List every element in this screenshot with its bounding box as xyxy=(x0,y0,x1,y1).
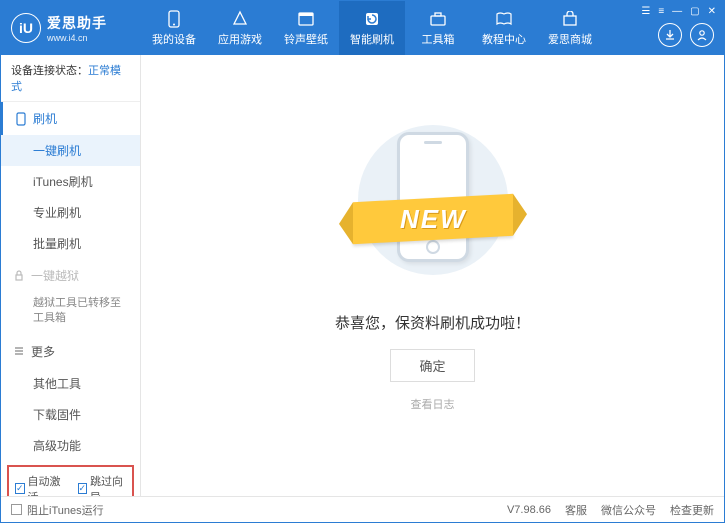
success-illustration: NEW xyxy=(333,120,533,280)
checkbox-block-itunes[interactable] xyxy=(11,504,22,515)
version-label: V7.98.66 xyxy=(507,504,551,516)
phone-outline-icon xyxy=(15,112,27,126)
footer: 阻止iTunes运行 V7.98.66 客服 微信公众号 检查更新 xyxy=(1,496,724,522)
app-url: www.i4.cn xyxy=(47,33,107,43)
sidebar-item-oneclick[interactable]: 一键刷机 xyxy=(1,135,140,166)
sidebar-item-pro[interactable]: 专业刷机 xyxy=(1,197,140,228)
minimize-icon[interactable]: — xyxy=(672,6,682,17)
apps-icon xyxy=(231,10,249,28)
nav-store[interactable]: 爱思商城 xyxy=(537,1,603,55)
view-log-link[interactable]: 查看日志 xyxy=(411,396,455,412)
nav-label: 爱思商城 xyxy=(548,31,592,47)
title-right-icons xyxy=(658,23,714,47)
logo: iU 爱思助手 www.i4.cn xyxy=(1,13,141,43)
sidebar-group-label: 刷机 xyxy=(33,110,57,127)
sidebar-group-label: 一键越狱 xyxy=(31,267,79,284)
main-content: NEW 恭喜您，保资料刷机成功啦！ 确定 查看日志 xyxy=(141,55,724,496)
toolbox-icon xyxy=(429,10,447,28)
sidebar-item-other[interactable]: 其他工具 xyxy=(1,368,140,399)
nav-label: 教程中心 xyxy=(482,31,526,47)
download-icon[interactable] xyxy=(658,23,682,47)
menu-icon[interactable]: ☰ xyxy=(641,6,650,17)
sidebar-group-flash[interactable]: 刷机 xyxy=(1,102,140,135)
settings-icon[interactable]: ≡ xyxy=(658,6,664,17)
flash-options: ✓自动激活 ✓跳过向导 xyxy=(7,465,134,496)
sidebar-item-itunes[interactable]: iTunes刷机 xyxy=(1,166,140,197)
nav-label: 铃声壁纸 xyxy=(284,31,328,47)
update-link[interactable]: 检查更新 xyxy=(670,502,714,518)
success-message: 恭喜您，保资料刷机成功啦！ xyxy=(335,312,530,333)
jailbreak-note: 越狱工具已转移至工具箱 xyxy=(1,292,140,335)
sidebar-group-jailbreak: 一键越狱 xyxy=(1,259,140,292)
checkbox-auto-activate[interactable]: ✓自动激活 xyxy=(15,473,64,496)
maximize-icon[interactable]: ▢ xyxy=(690,6,699,17)
nav-label: 应用游戏 xyxy=(218,31,262,47)
nav-my-device[interactable]: 我的设备 xyxy=(141,1,207,55)
sidebar-item-advanced[interactable]: 高级功能 xyxy=(1,430,140,461)
nav-label: 智能刷机 xyxy=(350,31,394,47)
titlebar: iU 爱思助手 www.i4.cn 我的设备 应用游戏 铃声壁纸 智能刷机 xyxy=(1,1,724,55)
connection-label: 设备连接状态： xyxy=(11,65,88,77)
lock-icon xyxy=(13,270,25,282)
nav-apps[interactable]: 应用游戏 xyxy=(207,1,273,55)
more-icon xyxy=(13,345,25,357)
nav-ringtones[interactable]: 铃声壁纸 xyxy=(273,1,339,55)
close-icon[interactable]: ✕ xyxy=(708,6,716,17)
sidebar-item-firmware[interactable]: 下载固件 xyxy=(1,399,140,430)
top-nav: 我的设备 应用游戏 铃声壁纸 智能刷机 工具箱 教程中心 xyxy=(141,1,603,55)
window-controls: ☰ ≡ — ▢ ✕ xyxy=(641,1,724,19)
checkbox-skip-guide[interactable]: ✓跳过向导 xyxy=(78,473,127,496)
nav-tutorials[interactable]: 教程中心 xyxy=(471,1,537,55)
wechat-link[interactable]: 微信公众号 xyxy=(601,502,656,518)
store-icon xyxy=(561,10,579,28)
body: 设备连接状态：正常模式 刷机 一键刷机 iTunes刷机 专业刷机 批量刷机 一… xyxy=(1,55,724,496)
nav-flash[interactable]: 智能刷机 xyxy=(339,1,405,55)
app-window: iU 爱思助手 www.i4.cn 我的设备 应用游戏 铃声壁纸 智能刷机 xyxy=(0,0,725,523)
ok-button[interactable]: 确定 xyxy=(390,349,474,382)
sidebar-group-more[interactable]: 更多 xyxy=(1,335,140,368)
service-link[interactable]: 客服 xyxy=(565,502,587,518)
sidebar: 设备连接状态：正常模式 刷机 一键刷机 iTunes刷机 专业刷机 批量刷机 一… xyxy=(1,55,141,496)
nav-toolbox[interactable]: 工具箱 xyxy=(405,1,471,55)
nav-label: 我的设备 xyxy=(152,31,196,47)
ribbon-text: NEW xyxy=(399,203,466,234)
checkbox-label: 自动激活 xyxy=(28,473,64,496)
phone-icon xyxy=(165,10,183,28)
checkbox-label: 跳过向导 xyxy=(90,473,126,496)
book-icon xyxy=(495,10,513,28)
user-icon[interactable] xyxy=(690,23,714,47)
sidebar-item-batch[interactable]: 批量刷机 xyxy=(1,228,140,259)
connection-status: 设备连接状态：正常模式 xyxy=(1,55,140,102)
logo-icon: iU xyxy=(11,13,41,43)
sidebar-group-label: 更多 xyxy=(31,343,55,360)
wallpaper-icon xyxy=(297,10,315,28)
flash-icon xyxy=(363,10,381,28)
app-name: 爱思助手 xyxy=(47,13,107,33)
block-itunes-label: 阻止iTunes运行 xyxy=(27,502,104,518)
nav-label: 工具箱 xyxy=(422,31,455,47)
